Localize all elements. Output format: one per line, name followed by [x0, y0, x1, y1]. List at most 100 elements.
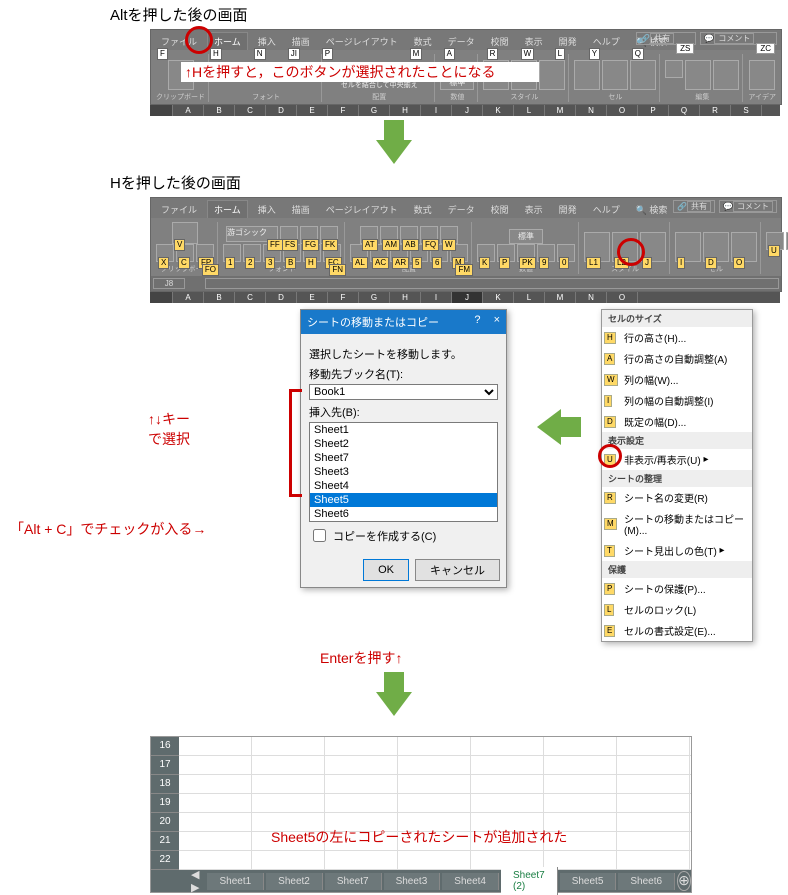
tab-file-2[interactable]: ファイル	[155, 201, 203, 218]
menu-protect[interactable]: Pシートの保護(P)...	[602, 578, 752, 599]
list-item[interactable]: Sheet7	[310, 451, 497, 465]
list-item[interactable]: Sheet4	[310, 479, 497, 493]
idea-button[interactable]	[749, 60, 775, 90]
dialog-help-icon[interactable]: ?	[474, 314, 480, 326]
insert-2[interactable]: I	[675, 232, 701, 262]
copy-checkbox[interactable]	[313, 529, 326, 542]
tab-insert-2[interactable]: 挿入	[252, 201, 282, 218]
menu-lock[interactable]: Lセルのロック(L)	[602, 599, 752, 620]
dialog-desc: 選択したシートを移動します。	[309, 346, 498, 362]
dialog-close-icon[interactable]: ×	[494, 314, 500, 326]
cell-style-button[interactable]	[539, 60, 565, 90]
sort-button[interactable]	[685, 60, 711, 90]
find-button[interactable]	[713, 60, 739, 90]
arrow-left	[537, 409, 561, 445]
table-format-2[interactable]: L2	[612, 232, 638, 262]
format-cell-button[interactable]	[630, 60, 656, 90]
list-item[interactable]: Sheet2	[310, 437, 497, 451]
list-item[interactable]: (末尾へ移動)	[310, 521, 497, 522]
sheet-tab[interactable]: Sheet5	[560, 873, 617, 890]
tab-dev-2[interactable]: 開発	[553, 201, 583, 218]
column-headers-2: ABC DEF GHI JKL MNO	[150, 292, 780, 303]
menu-auto-col[interactable]: I列の幅の自動調整(I)	[602, 390, 752, 411]
cut-button[interactable]: X	[156, 244, 174, 262]
tab-help-2[interactable]: ヘルプ	[587, 201, 626, 218]
row-headers: 161718 192021 22	[151, 737, 179, 870]
sheet-tab[interactable]: Sheet3	[384, 873, 441, 890]
tab-layout[interactable]: ページレイアウトP	[320, 33, 404, 50]
tab-draw-2[interactable]: 描画	[286, 201, 316, 218]
italic-button[interactable]: 2	[243, 244, 261, 262]
tab-data[interactable]: データA	[442, 33, 481, 50]
tab-view[interactable]: 表示W	[519, 33, 549, 50]
comment-button[interactable]: 💬コメントZC	[700, 32, 777, 45]
bold-button[interactable]: 1	[223, 244, 241, 262]
brush-button[interactable]: FP	[196, 244, 214, 262]
tab-view-2[interactable]: 表示	[519, 201, 549, 218]
annotation-altc: 「Alt + C」でチェックが入る→	[10, 519, 206, 539]
menu-move-copy[interactable]: Mシートの移動またはコピー(M)...	[602, 508, 752, 540]
menu-rename[interactable]: Rシート名の変更(R)	[602, 487, 752, 508]
book-select[interactable]: Book1	[309, 384, 498, 400]
menu-default-w[interactable]: D既定の幅(D)...	[602, 411, 752, 432]
tab-layout-2[interactable]: ページレイアウト	[320, 201, 404, 218]
grow-font[interactable]: FG	[300, 226, 318, 244]
shrink-font[interactable]: FK	[320, 226, 338, 244]
menu-auto-row[interactable]: A行の高さの自動調整(A)	[602, 348, 752, 369]
menu-tab-color[interactable]: Tシート見出しの色(T) ▸	[602, 540, 752, 561]
sum-button[interactable]	[665, 60, 683, 78]
menu-col-width[interactable]: W列の幅(W)...	[602, 369, 752, 390]
tab-formula-2[interactable]: 数式	[408, 201, 438, 218]
tab-insert[interactable]: 挿入N	[252, 33, 282, 50]
share-button[interactable]: 🔗共有ZS	[636, 32, 696, 45]
tab-dev[interactable]: 開発L	[553, 33, 583, 50]
tab-data-2[interactable]: データ	[442, 201, 481, 218]
format-2[interactable]: O	[731, 232, 757, 262]
sheet-tab[interactable]: Sheet1	[207, 873, 264, 890]
tab-nav-icon[interactable]: ◀ ▶	[191, 868, 199, 894]
sheet-tab[interactable]: Sheet2	[266, 873, 323, 890]
list-item[interactable]: Sheet1	[310, 423, 497, 437]
formula-bar[interactable]	[205, 278, 779, 289]
tab-help[interactable]: ヘルプY	[587, 33, 626, 50]
tab-review-2[interactable]: 校閲	[485, 201, 515, 218]
menu-cell-format[interactable]: Eセルの書式設定(E)...	[602, 620, 752, 641]
list-item-selected[interactable]: Sheet5	[310, 493, 497, 507]
menu-hide[interactable]: U非表示/再表示(U) ▸	[602, 449, 752, 470]
ok-button[interactable]: OK	[363, 559, 409, 581]
grid-cells[interactable]	[179, 737, 691, 870]
cond-format-2[interactable]: L1	[584, 232, 610, 262]
list-item[interactable]: Sheet3	[310, 465, 497, 479]
copy-label: コピーを作成する(C)	[333, 528, 436, 544]
cell-style-2[interactable]: J	[640, 232, 666, 262]
add-sheet-button[interactable]: ⊕	[677, 871, 691, 891]
caption-alt: Altを押した後の画面	[110, 4, 788, 25]
tab-home-2[interactable]: ホーム	[207, 200, 248, 218]
sheet-tab-active[interactable]: Sheet7 (2)	[501, 867, 558, 895]
font-size[interactable]: FS	[280, 226, 298, 244]
tab-file[interactable]: ファイルF	[155, 33, 203, 50]
group-cell-2: I D O セル	[672, 222, 761, 274]
list-item[interactable]: Sheet6	[310, 507, 497, 521]
delete-2[interactable]: D	[703, 232, 729, 262]
tab-draw[interactable]: 描画JI	[286, 33, 316, 50]
sum-2[interactable]: U	[766, 232, 784, 250]
menu-row-height[interactable]: H行の高さ(H)...	[602, 327, 752, 348]
tab-review[interactable]: 校閲R	[485, 33, 515, 50]
tab-search-2[interactable]: 🔍 検索	[630, 201, 674, 218]
comment-button-2[interactable]: 💬コメント	[719, 200, 777, 213]
delete-cell-button[interactable]	[602, 60, 628, 90]
sheet-tab[interactable]: Sheet4	[442, 873, 499, 890]
insert-cell-button[interactable]	[574, 60, 600, 90]
share-button-2[interactable]: 🔗共有	[673, 200, 715, 213]
cancel-button[interactable]: キャンセル	[415, 559, 500, 581]
group-clipboard-2: V X C FP クリップボード FO	[153, 222, 218, 274]
sheet-tab[interactable]: Sheet7	[325, 873, 382, 890]
paste-button-2[interactable]: V	[172, 222, 198, 244]
sheet-listbox[interactable]: Sheet1 Sheet2 Sheet7 Sheet3 Sheet4 Sheet…	[309, 422, 498, 522]
ribbon-after-h: ファイル ホーム 挿入 描画 ページレイアウト 数式 データ 校閲 表示 開発 …	[150, 197, 782, 292]
tab-formula[interactable]: 数式M	[408, 33, 438, 50]
name-box[interactable]: J8	[153, 278, 185, 289]
sheet-tab[interactable]: Sheet6	[618, 873, 675, 890]
tab-home[interactable]: ホームH	[207, 32, 248, 50]
